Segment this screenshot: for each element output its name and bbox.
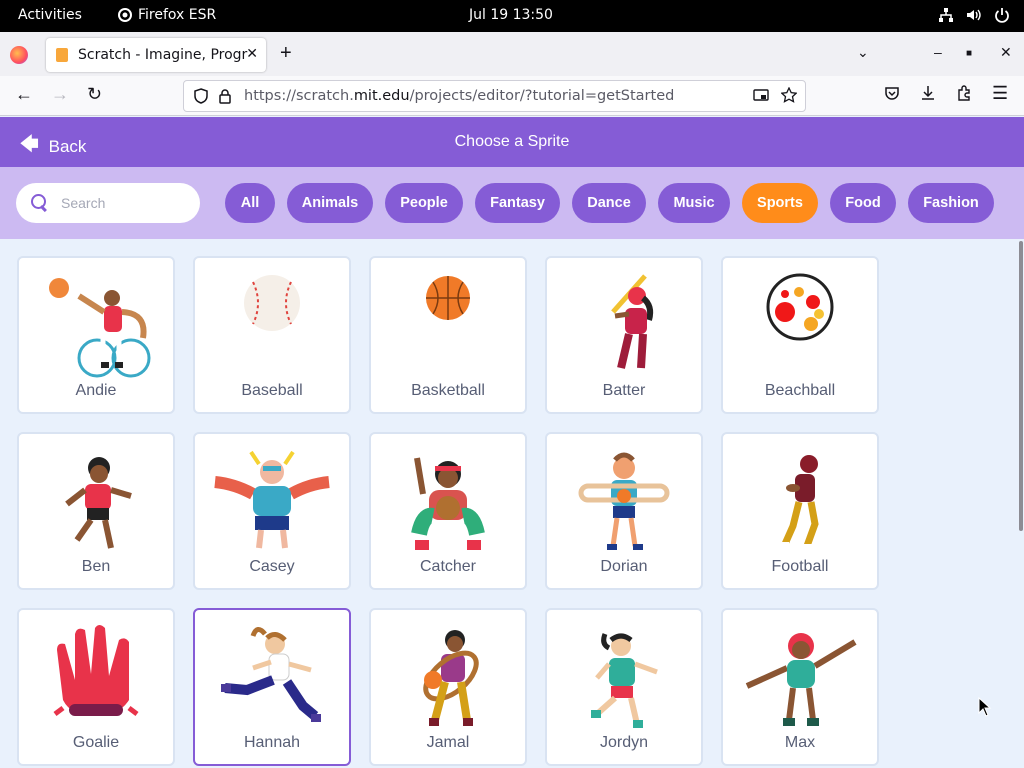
sprite-library-header: 🡄 Back Choose a Sprite	[0, 117, 1024, 167]
search-input[interactable]	[61, 195, 181, 211]
downloads-icon[interactable]	[920, 85, 936, 101]
url-text: https://scratch.mit.edu/projects/editor/…	[244, 88, 675, 104]
filter-food[interactable]: Food	[830, 183, 896, 223]
pocket-icon[interactable]	[884, 85, 900, 101]
goalie-glove-icon	[53, 625, 139, 716]
filter-fashion[interactable]: Fashion	[908, 183, 994, 223]
app-name: Firefox ESR	[138, 7, 217, 23]
tab-title: Scratch - Imagine, Program, Share	[78, 47, 248, 63]
sprite-card-ben[interactable]: Ben	[17, 432, 175, 590]
reload-icon[interactable]: ↻	[87, 84, 102, 105]
basketball-icon	[426, 276, 470, 320]
sprite-card-batter[interactable]: Batter	[545, 256, 703, 414]
minimize-button[interactable]: –	[934, 44, 942, 60]
back-arrow-icon[interactable]: ←	[15, 84, 33, 105]
system-tray[interactable]	[938, 7, 1010, 23]
app-menu[interactable]: Firefox ESR	[118, 7, 216, 23]
sprite-card-andie[interactable]: Andie	[17, 256, 175, 414]
sprite-card-baseball[interactable]: Baseball	[193, 256, 351, 414]
sprite-name: Casey	[249, 558, 295, 575]
runner-girl-icon	[221, 627, 321, 722]
activities-button[interactable]: Activities	[18, 7, 82, 23]
baseball-icon	[244, 275, 300, 331]
filter-all[interactable]: All	[225, 183, 275, 223]
power-icon	[995, 8, 1009, 23]
batter-icon	[611, 274, 654, 369]
filter-people[interactable]: People	[385, 183, 463, 223]
page-title: Choose a Sprite	[454, 133, 570, 150]
sprite-grid: Andie Baseball Basketball Batter Beachba…	[0, 239, 1024, 768]
sprite-card-goalie[interactable]: Goalie	[17, 608, 175, 766]
url-bar[interactable]: https://scratch.mit.edu/projects/editor/…	[183, 80, 806, 112]
list-all-tabs-icon[interactable]: ⌄	[857, 44, 869, 61]
filter-fantasy[interactable]: Fantasy	[475, 183, 560, 223]
filter-bar: All Animals People Fantasy Dance Music S…	[0, 167, 1024, 239]
tab-close-icon[interactable]: ✕	[246, 46, 258, 62]
mouse-cursor-icon	[978, 697, 992, 717]
extensions-icon[interactable]	[956, 85, 972, 101]
sprite-name: Andie	[75, 382, 117, 399]
sprite-card-max[interactable]: Max	[721, 608, 879, 766]
search-box[interactable]	[16, 183, 200, 223]
sprite-name: Jamal	[426, 734, 470, 751]
casey-player-icon	[214, 450, 330, 549]
hamburger-menu-icon[interactable]: ☰	[992, 83, 1008, 104]
filter-music[interactable]: Music	[658, 183, 730, 223]
sprite-name: Football	[771, 558, 829, 575]
beachball-icon	[766, 273, 834, 341]
sprite-card-beachball[interactable]: Beachball	[721, 256, 879, 414]
sprite-card-casey[interactable]: Casey	[193, 432, 351, 590]
hoop-boy-icon	[578, 452, 670, 550]
sprite-card-catcher[interactable]: Catcher	[369, 432, 527, 590]
browser-nav-bar: ← → ↻ https://scratch.mit.edu/projects/e…	[0, 76, 1024, 116]
maximize-button[interactable]: ■	[966, 48, 972, 59]
sprite-card-dorian[interactable]: Dorian	[545, 432, 703, 590]
sprite-name: Hannah	[243, 734, 301, 751]
shield-icon[interactable]	[194, 88, 208, 104]
sprite-name: Catcher	[419, 558, 477, 575]
sprite-name: Dorian	[600, 558, 648, 575]
sprite-card-jordyn[interactable]: Jordyn	[545, 608, 703, 766]
sprite-card-hannah[interactable]: Hannah	[193, 608, 351, 766]
new-tab-button[interactable]: +	[280, 42, 292, 65]
runner-boy-icon	[65, 457, 132, 549]
clock[interactable]: Jul 19 13:50	[469, 7, 553, 23]
sprite-name: Goalie	[72, 734, 120, 751]
sprite-name: Beachball	[764, 382, 836, 399]
search-icon	[31, 194, 49, 212]
football-player-icon	[779, 455, 819, 550]
system-top-bar: Activities Firefox ESR Jul 19 13:50	[0, 0, 1024, 32]
forward-arrow-icon[interactable]: →	[51, 84, 69, 105]
firefox-app-icon	[118, 8, 132, 22]
hoop-player-icon	[423, 630, 479, 726]
sprite-name: Batter	[602, 382, 646, 399]
scrollbar-thumb[interactable]	[1019, 241, 1023, 531]
catcher-icon	[411, 457, 485, 550]
sprite-name: Max	[784, 734, 816, 751]
network-icon	[939, 8, 953, 22]
filter-sports[interactable]: Sports	[742, 183, 818, 223]
sprite-name: Ben	[81, 558, 111, 575]
scrollbar[interactable]	[1018, 239, 1024, 768]
sprite-name: Baseball	[241, 382, 303, 399]
browser-tab[interactable]: Scratch - Imagine, Program, Share ✕	[46, 38, 266, 72]
sprite-name: Jordyn	[599, 734, 649, 751]
wheelchair-player-icon	[49, 278, 151, 378]
dancing-player-icon	[745, 633, 857, 726]
sprite-card-football[interactable]: Football	[721, 432, 879, 590]
bookmark-star-icon[interactable]	[781, 87, 797, 103]
picture-in-picture-icon[interactable]	[753, 87, 769, 103]
sprite-card-jamal[interactable]: Jamal	[369, 608, 527, 766]
soccer-girl-icon	[591, 633, 658, 728]
firefox-view-icon[interactable]	[10, 46, 28, 64]
window-close-button[interactable]: ✕	[1000, 44, 1012, 61]
volume-icon	[967, 9, 981, 21]
filter-animals[interactable]: Animals	[287, 183, 373, 223]
filter-dance[interactable]: Dance	[572, 183, 646, 223]
sprite-card-basketball[interactable]: Basketball	[369, 256, 527, 414]
scratch-favicon-icon	[56, 48, 68, 62]
lock-icon[interactable]	[218, 88, 232, 104]
sprite-name: Basketball	[411, 382, 485, 399]
